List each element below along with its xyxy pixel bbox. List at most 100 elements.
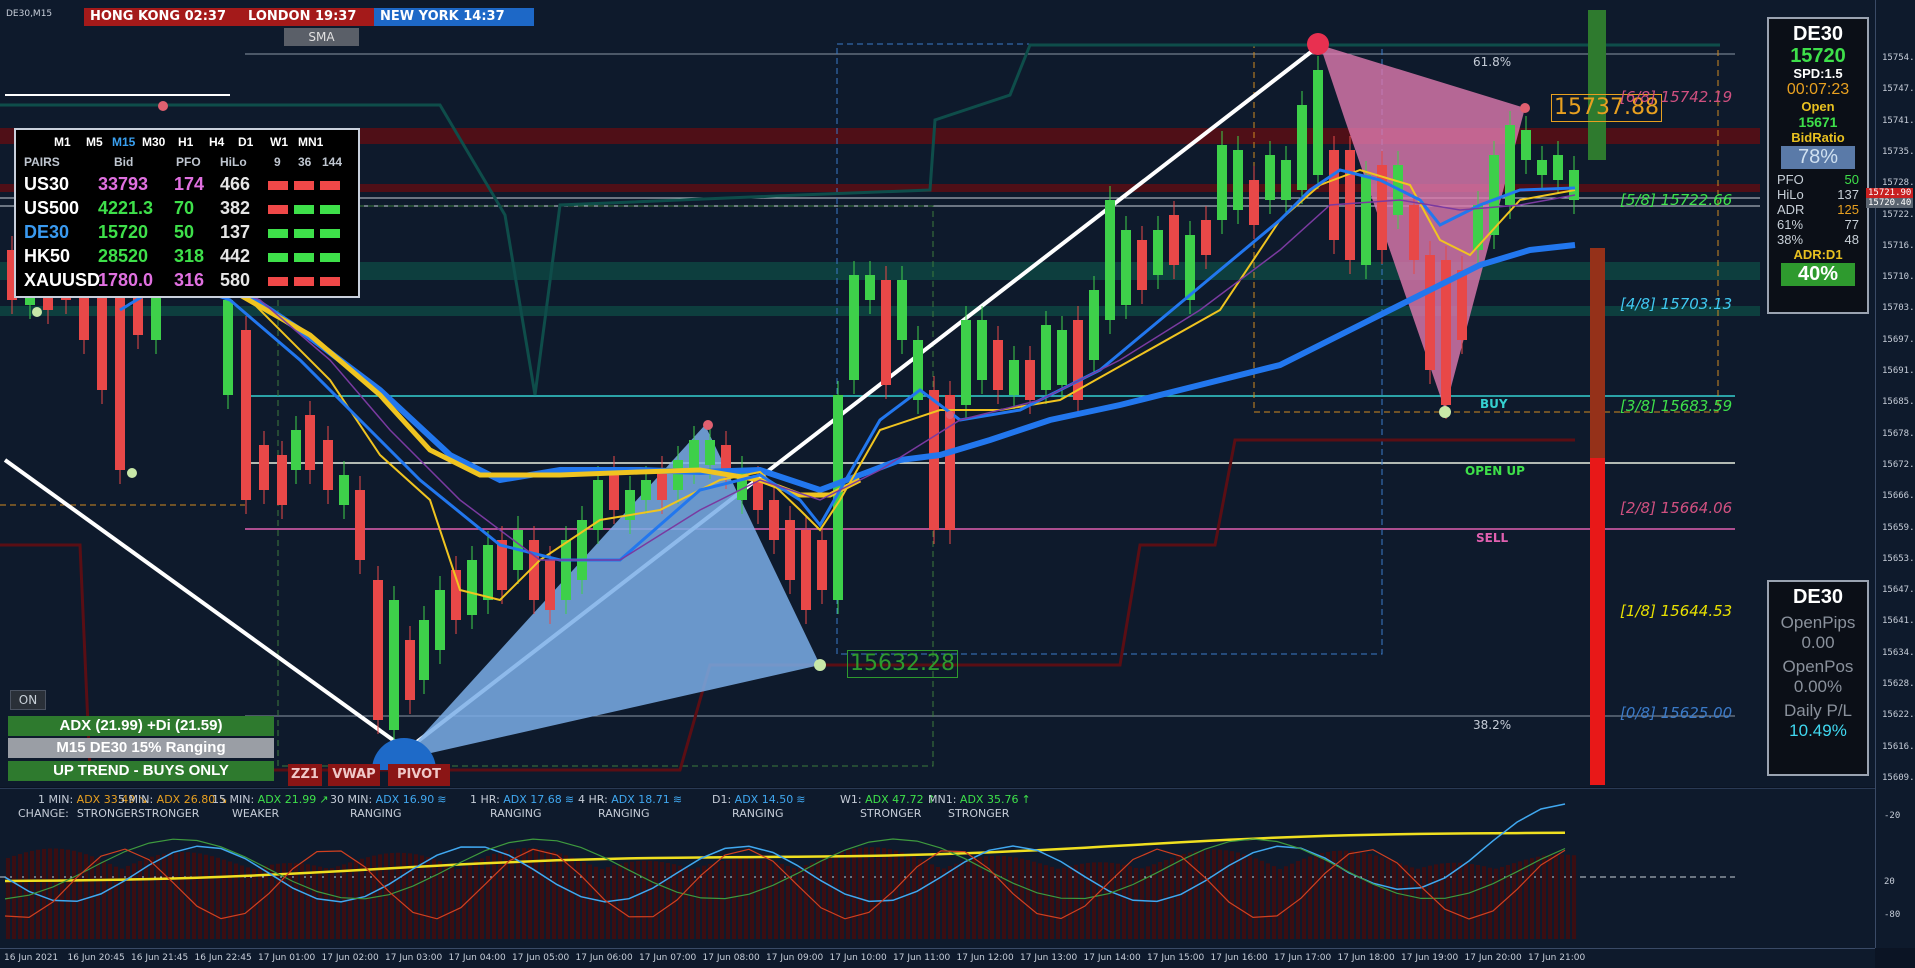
candle-body bbox=[545, 560, 555, 610]
time-tick: 17 Jun 21:00 bbox=[1528, 953, 1586, 963]
open-pips-label: OpenPips bbox=[1780, 613, 1856, 632]
adx-arrow-icon: ≋ bbox=[564, 793, 575, 806]
vwap-button[interactable]: VWAP bbox=[328, 764, 380, 786]
adx-timeframe-item: 30 MIN: ADX 16.90 ≋ bbox=[330, 793, 446, 806]
pivot-dot bbox=[1520, 103, 1530, 113]
rsi-bar-brown bbox=[1590, 248, 1605, 458]
tf-m5[interactable]: M5 bbox=[86, 135, 103, 149]
price-tick: 15672.60 bbox=[1882, 459, 1915, 470]
price-tick: 15666.30 bbox=[1882, 491, 1915, 502]
info-bidratio-label: BidRatio bbox=[1791, 130, 1845, 145]
adx-axis-tick: 20 bbox=[1884, 877, 1895, 887]
pair-name[interactable]: US30 bbox=[24, 174, 69, 196]
candle-body bbox=[435, 590, 445, 650]
adx-timeframe-item: MN1: ADX 35.76 ↑ bbox=[928, 793, 1031, 806]
candle-body bbox=[419, 620, 429, 680]
adx-arrow-icon: ≋ bbox=[437, 793, 447, 806]
candle-body bbox=[259, 445, 269, 490]
price-axis[interactable]: 15754.90 15747.90 15741.40 15735.10 15728.90… bbox=[1866, 0, 1915, 948]
daily-pl-label: Daily P/L bbox=[1783, 701, 1853, 720]
trend-strength-bar bbox=[268, 229, 288, 238]
adx-timeframe-item: 1 HR: ADX 17.68 ≋ bbox=[470, 793, 574, 806]
candle-body bbox=[1265, 155, 1275, 200]
col-9: 9 bbox=[274, 155, 281, 169]
candle-body bbox=[373, 580, 383, 720]
adx-subwindow[interactable] bbox=[0, 788, 1875, 949]
pair-hilo: 442 bbox=[220, 246, 251, 266]
account-symbol: DE30 bbox=[1792, 586, 1844, 608]
time-tick: 17 Jun 07:00 bbox=[639, 953, 697, 963]
col-hilo: HiLo bbox=[220, 155, 247, 169]
candle-body bbox=[1121, 230, 1131, 305]
candle-body bbox=[609, 470, 619, 510]
info-adr-value: 40% bbox=[1781, 263, 1855, 286]
price-tick: 15691.30 bbox=[1882, 366, 1915, 376]
candle-body bbox=[1297, 105, 1307, 190]
candle-body bbox=[1313, 70, 1323, 175]
candle-body bbox=[1457, 270, 1467, 340]
open-pos-value: 0.00% bbox=[1793, 677, 1843, 696]
price-tick: 15659.90 bbox=[1882, 522, 1915, 533]
adx-axis-tick: -80 bbox=[1884, 910, 1901, 920]
tf-m1[interactable]: M1 bbox=[54, 135, 71, 149]
info-spread: SPD:1.5 bbox=[1793, 66, 1843, 81]
tf-w1[interactable]: W1 bbox=[270, 135, 288, 149]
candle-body bbox=[1409, 205, 1419, 260]
pair-hilo: 466 bbox=[220, 174, 251, 194]
tf-h4[interactable]: H4 bbox=[209, 135, 224, 149]
price-tick: 15710.00 bbox=[1882, 272, 1915, 283]
candle-body bbox=[1217, 145, 1227, 220]
time-axis[interactable]: 16 Jun 2021 16 Jun 20:45 16 Jun 21:45 16 Ju… bbox=[0, 948, 1875, 968]
time-tick: 16 Jun 21:45 bbox=[131, 953, 189, 963]
pair-hilo: 137 bbox=[220, 222, 251, 242]
on-button[interactable]: ON bbox=[10, 690, 46, 710]
tf-m15[interactable]: M15 bbox=[112, 135, 135, 149]
adx-strength: RANGING bbox=[732, 807, 784, 820]
zz1-button[interactable]: ZZ1 bbox=[288, 764, 322, 786]
candle-body bbox=[483, 545, 493, 600]
tf-d1[interactable]: D1 bbox=[238, 135, 253, 149]
adx-indicator-canvas bbox=[0, 803, 1735, 939]
murrey-level-label: [0/8] 15625.00 bbox=[1620, 704, 1733, 722]
info-stat-value: 125 bbox=[1837, 202, 1859, 217]
main-chart[interactable]: DE30,M15 HONG KONG 02:37 LONDON 19:37 NE… bbox=[0, 0, 1875, 787]
time-tick: 17 Jun 18:00 bbox=[1337, 953, 1395, 963]
pair-name[interactable]: HK50 bbox=[24, 246, 70, 268]
adx-arrow-icon: ≋ bbox=[796, 793, 806, 806]
candle-body bbox=[323, 440, 333, 490]
trend-strength-bar bbox=[294, 205, 314, 214]
candle-body bbox=[1089, 290, 1099, 360]
pair-name[interactable]: US500 bbox=[24, 198, 79, 220]
tf-m30[interactable]: M30 bbox=[142, 135, 165, 149]
candle-body bbox=[1345, 150, 1355, 260]
candle-body bbox=[223, 300, 233, 395]
adx-desc: RANGING bbox=[598, 807, 649, 820]
pair-pfo: 50 bbox=[174, 222, 195, 242]
price-tick: 15754.90 bbox=[1882, 53, 1915, 63]
info-price: 15720 bbox=[1790, 45, 1846, 67]
candle-body bbox=[977, 320, 987, 380]
tf-h1[interactable]: H1 bbox=[178, 135, 193, 149]
pivot-button[interactable]: PIVOT bbox=[388, 764, 450, 786]
pair-name[interactable]: DE30 bbox=[24, 222, 69, 244]
candle-body bbox=[1057, 330, 1067, 385]
adx-value: ADX 21.99 bbox=[257, 793, 317, 806]
account-panel: DE30 OpenPips 0.00 OpenPos 0.00% Daily P… bbox=[1767, 580, 1869, 776]
fib-382-label: 38.2% bbox=[1473, 718, 1512, 732]
tf-mn1[interactable]: MN1 bbox=[298, 135, 323, 149]
pair-bid: 4221.3 bbox=[98, 198, 154, 218]
pair-name[interactable]: XAUUSD bbox=[24, 270, 100, 292]
info-open-value: 15671 bbox=[1798, 114, 1838, 130]
time-tick: 17 Jun 20:00 bbox=[1464, 953, 1522, 963]
sma-button[interactable]: SMA bbox=[284, 28, 359, 46]
candle-body bbox=[339, 475, 349, 505]
adx-axis-tick: -20 bbox=[1884, 811, 1901, 821]
price-tick: 15609.80 bbox=[1882, 772, 1915, 783]
pair-bid: 28520 bbox=[98, 246, 149, 266]
time-tick: 17 Jun 17:00 bbox=[1274, 953, 1332, 963]
time-tick: 17 Jun 04:00 bbox=[448, 953, 506, 963]
adx-strength: STRONGER bbox=[860, 807, 922, 820]
murrey-level-label: [5/8] 15722.66 bbox=[1620, 191, 1733, 209]
info-stat-value: 77 bbox=[1844, 217, 1859, 232]
candle-body bbox=[1169, 215, 1179, 265]
